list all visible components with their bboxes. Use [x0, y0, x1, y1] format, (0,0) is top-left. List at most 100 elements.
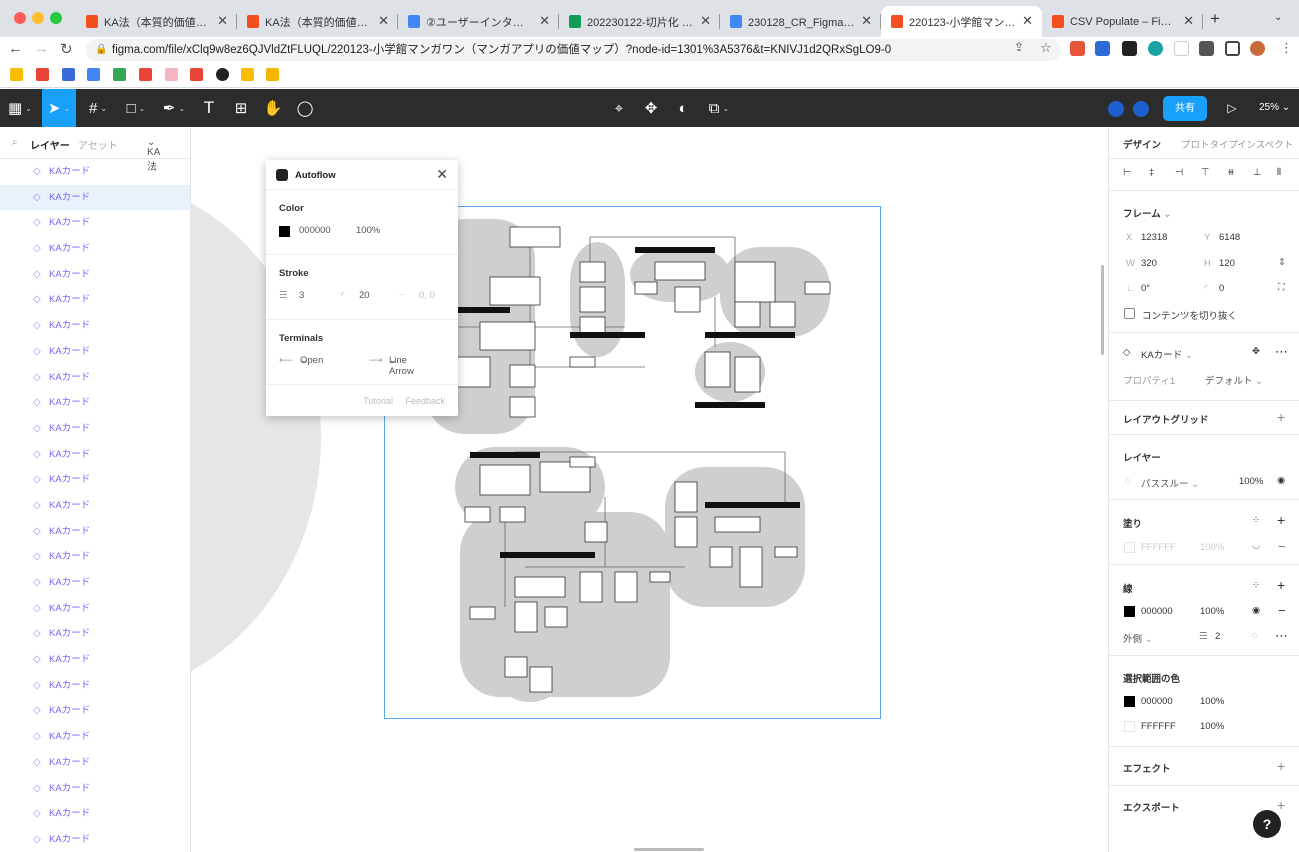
add-export-icon[interactable]: +: [1277, 797, 1285, 813]
help-button[interactable]: ?: [1253, 810, 1281, 838]
browser-tab[interactable]: KA法（本質的価値抽出法） ✕: [237, 6, 398, 37]
close-tab-icon[interactable]: ✕: [378, 13, 389, 29]
close-tab-icon[interactable]: ✕: [861, 13, 872, 29]
search-icon[interactable]: ⌕: [12, 137, 18, 148]
layer-row[interactable]: ◇ KAカード: [0, 210, 190, 236]
share-button[interactable]: 共有: [1163, 96, 1207, 121]
fill-swatch[interactable]: [1124, 542, 1135, 553]
layer-row[interactable]: ◇ KAカード: [0, 365, 190, 391]
puzzle-icon[interactable]: [1199, 41, 1214, 56]
independent-corners-icon[interactable]: ⛶: [1278, 282, 1285, 293]
close-tab-icon[interactable]: ✕: [1022, 13, 1033, 29]
layer-row[interactable]: ◇ KAカード: [0, 390, 190, 416]
tab-inspect[interactable]: インスペクト: [1237, 137, 1293, 151]
layer-row[interactable]: ◇ KAカード: [0, 339, 190, 365]
layer-row[interactable]: ◇ KAカード: [0, 647, 190, 673]
browser-tab[interactable]: 202230122-切片化 - Go ✕: [559, 6, 720, 37]
align-top-icon[interactable]: ⊤: [1201, 167, 1209, 178]
rotation-input[interactable]: 0°: [1141, 283, 1150, 294]
layer-row[interactable]: ◇ KAカード: [0, 544, 190, 570]
address-bar[interactable]: 🔒 figma.com/file/xClq9w8ez6QJVldZtFLUQL/…: [86, 39, 1061, 61]
property-dropdown[interactable]: デフォルト ⌄: [1205, 373, 1263, 387]
color-opacity-input[interactable]: 100%: [356, 225, 380, 236]
value-map-frame[interactable]: [384, 206, 881, 719]
frame-title[interactable]: フレーム ⌄: [1123, 206, 1171, 220]
browser-tab[interactable]: 230128_CR_Figmaと新 ✕: [720, 6, 881, 37]
layer-row[interactable]: ◇ KAカード: [0, 184, 190, 211]
stroke-width-input[interactable]: 3: [299, 290, 304, 301]
extension-icon[interactable]: [1095, 41, 1110, 56]
layer-row[interactable]: ◇ KAカード: [0, 827, 190, 852]
layer-row[interactable]: ◇ KAカード: [0, 750, 190, 776]
tab-layers[interactable]: レイヤー: [30, 137, 70, 152]
zoom-level-dropdown[interactable]: 25% ⌄: [1259, 89, 1290, 127]
layer-row[interactable]: ◇ KAカード: [0, 570, 190, 596]
hidden-eye-icon[interactable]: ◡: [1252, 540, 1260, 551]
constrain-proportions-icon[interactable]: ⇕: [1278, 257, 1286, 268]
color-row[interactable]: 000000 100%: [279, 225, 445, 239]
add-stroke-icon[interactable]: +: [1277, 577, 1285, 593]
new-tab-button[interactable]: +: [1210, 9, 1220, 29]
bookmark-star-icon[interactable]: ☆: [1040, 40, 1052, 56]
main-menu-button[interactable]: ▦ ⌄: [6, 89, 34, 127]
frame-tool-button[interactable]: # ⌄: [84, 89, 112, 127]
stroke-weight-input[interactable]: 2: [1215, 631, 1220, 642]
extension-icon[interactable]: [1174, 41, 1189, 56]
tab-assets[interactable]: アセット: [78, 137, 118, 152]
layer-row[interactable]: ◇ KAカード: [0, 236, 190, 262]
avatar[interactable]: [1106, 99, 1126, 119]
stroke-hex-input[interactable]: 000000: [1141, 606, 1173, 617]
browser-menu-icon[interactable]: ⋮: [1280, 40, 1293, 56]
stroke-opacity-input[interactable]: 100%: [1200, 606, 1224, 617]
tab-prototype[interactable]: プロトタイプ: [1181, 137, 1238, 151]
bookmark-icon[interactable]: [241, 68, 254, 81]
move-tool-button[interactable]: ➤ ⌄: [42, 89, 76, 127]
bookmark-icon[interactable]: [266, 68, 279, 81]
go-to-main-component-icon[interactable]: ✥: [1252, 346, 1260, 357]
layer-row[interactable]: ◇ KAカード: [0, 262, 190, 288]
align-center-icon[interactable]: ‡: [1149, 167, 1154, 178]
remove-fill-icon[interactable]: −: [1278, 539, 1286, 554]
layer-row[interactable]: ◇ KAカード: [0, 467, 190, 493]
layer-row[interactable]: ◇ KAカード: [0, 698, 190, 724]
visibility-eye-icon[interactable]: ◉: [1252, 605, 1260, 616]
w-input[interactable]: 320: [1141, 258, 1157, 269]
avatar[interactable]: [1131, 99, 1151, 119]
start-terminal-dropdown[interactable]: Open ⌄: [300, 355, 323, 366]
stroke-radius-input[interactable]: 20: [359, 290, 370, 301]
stroke-dash-icon[interactable]: ◌: [1252, 630, 1258, 641]
present-icon[interactable]: ▷: [1222, 89, 1242, 127]
fill-hex-input[interactable]: FFFFFF: [1141, 542, 1176, 553]
sidebar-icon[interactable]: [1225, 41, 1240, 56]
browser-tab[interactable]: KA法（本質的価値抽出法） ✕: [76, 6, 237, 37]
h-input[interactable]: 120: [1219, 258, 1235, 269]
color-hex-input[interactable]: 000000: [299, 225, 331, 236]
pen-tool-button[interactable]: ✒ ⌄: [160, 89, 188, 127]
end-terminal-dropdown[interactable]: Line Arrow ⌄: [389, 355, 414, 377]
selection-color-hex[interactable]: FFFFFF: [1141, 721, 1176, 732]
close-tab-icon[interactable]: ✕: [217, 13, 228, 29]
stroke-position-dropdown[interactable]: 外側 ⌄: [1123, 631, 1153, 645]
layer-row[interactable]: ◇ KAカード: [0, 313, 190, 339]
tab-search-icon[interactable]: ⌄: [1274, 12, 1282, 23]
layer-row[interactable]: ◇ KAカード: [0, 442, 190, 468]
maximize-window-button[interactable]: [50, 12, 62, 24]
styles-grid-icon[interactable]: ⁘: [1252, 580, 1260, 591]
bookmark-icon[interactable]: [113, 68, 126, 81]
selection-color-swatch[interactable]: [1124, 696, 1135, 707]
bookmark-icon[interactable]: [216, 68, 229, 81]
stroke-dash-input[interactable]: 0, 0: [419, 290, 435, 301]
layer-row[interactable]: ◇ KAカード: [0, 801, 190, 827]
bookmark-icon[interactable]: [87, 68, 100, 81]
forward-button[interactable]: →: [34, 40, 49, 57]
layer-opacity-input[interactable]: 100%: [1239, 476, 1263, 487]
add-fill-icon[interactable]: +: [1277, 512, 1285, 528]
layer-row[interactable]: ◇ KAカード: [0, 673, 190, 699]
close-tab-icon[interactable]: ✕: [700, 13, 711, 29]
layer-row[interactable]: ◇ KAカード: [0, 416, 190, 442]
visibility-eye-icon[interactable]: ◉: [1277, 475, 1285, 486]
align-right-icon[interactable]: ⊣: [1175, 167, 1183, 178]
extension-icon[interactable]: [1122, 41, 1137, 56]
layer-row[interactable]: ◇ KAカード: [0, 493, 190, 519]
shape-tool-button[interactable]: □ ⌄: [122, 89, 150, 127]
